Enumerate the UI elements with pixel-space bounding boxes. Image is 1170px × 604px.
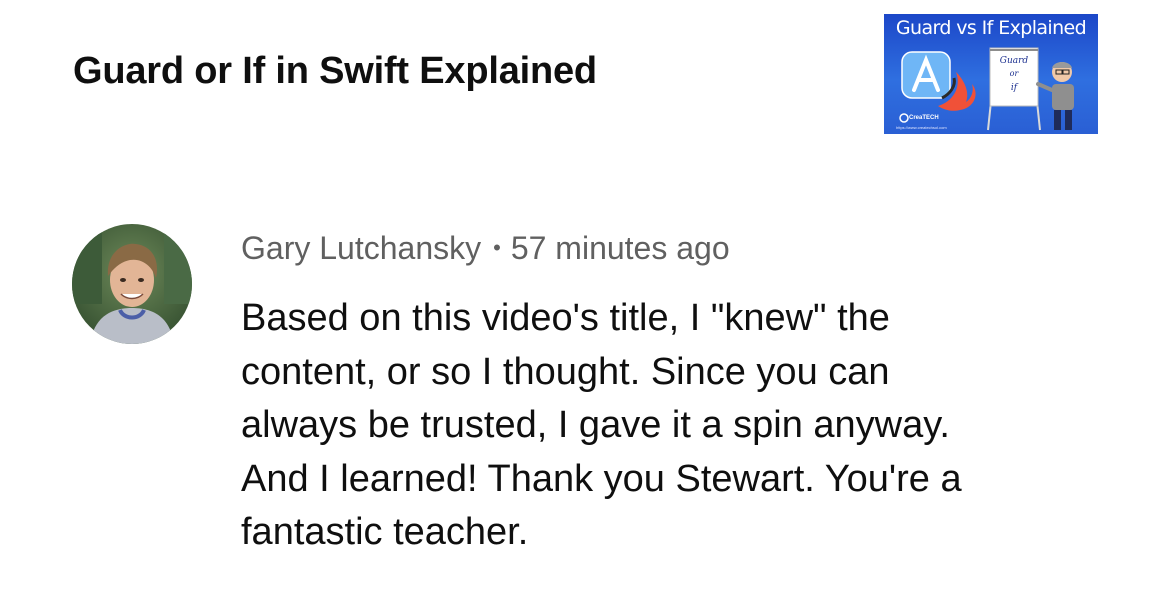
comment-line: content, or so I thought. Since you can [241,350,890,393]
board-line-guard: Guard [1000,56,1029,66]
presenter-figure [1036,62,1074,130]
comment-author[interactable]: Gary Lutchansky [241,230,481,266]
avatar-photo [72,224,192,344]
thumbnail-heading: Guard vs If Explained [895,17,1087,39]
comment-line: Based on this video's title, I "knew" th… [241,297,890,339]
comment-meta: Gary Lutchansky • 57 minutes ago [241,230,730,267]
avatar[interactable] [72,224,192,344]
thumbnail-url: https://www.createchsol.com [896,125,947,130]
comment-timestamp[interactable]: 57 minutes ago [511,230,730,266]
brand-logo-icon [899,113,909,123]
comment-text: Based on this video's title, I "knew" th… [241,292,1121,560]
meta-separator: • [493,235,501,260]
thumbnail-brand: CreaTECH [909,115,939,121]
comment-line: always be trusted, I gave it a spin anyw… [241,404,950,446]
board-line-or: or [1010,69,1020,78]
video-title[interactable]: Guard or If in Swift Explained [73,50,597,93]
video-thumbnail[interactable]: Guard or if Guard vs If Explained CreaTE… [884,14,1098,134]
comment-line: And I learned! Thank you Stewart. You're… [241,457,962,500]
comment-line: fantastic teacher. [241,511,529,553]
xcode-app-icon [901,51,951,99]
